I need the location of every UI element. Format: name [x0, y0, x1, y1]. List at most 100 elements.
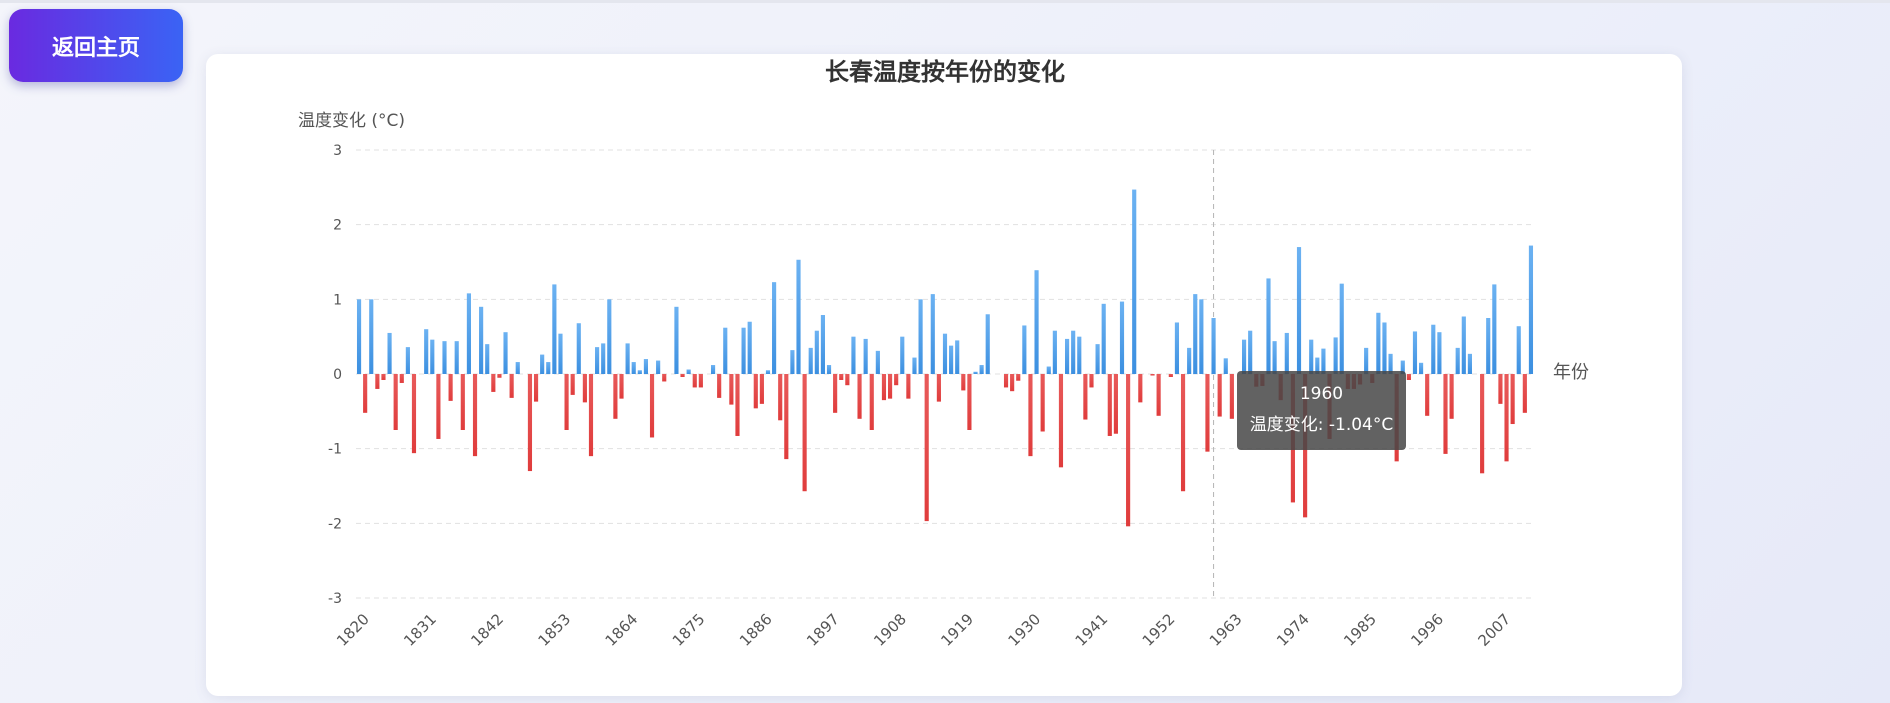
tooltip-label: 温度变化: — [1249, 415, 1324, 435]
bar-1839 — [472, 374, 478, 457]
bar-2005 — [1486, 318, 1491, 374]
y-tick-label: -2 — [328, 516, 342, 532]
bar-1896 — [820, 315, 826, 374]
bar-2002 — [1467, 353, 1472, 374]
bar-1858 — [588, 374, 594, 457]
bar-1963 — [1229, 374, 1234, 419]
bar-1827 — [399, 374, 404, 383]
bar-1942 — [1101, 303, 1106, 374]
bar-1907 — [887, 374, 893, 399]
bar-1918 — [955, 340, 960, 374]
bar-1866 — [637, 370, 642, 374]
bar-2006 — [1492, 284, 1497, 374]
bar-1913 — [924, 374, 929, 522]
bar-1848 — [527, 374, 533, 472]
bar-1959 — [1205, 374, 1210, 452]
bar-1898 — [833, 374, 838, 413]
bar-1849 — [533, 374, 539, 402]
bar-1916 — [942, 333, 948, 374]
bar-1934 — [1052, 330, 1057, 374]
bar-1887 — [765, 370, 771, 374]
bar-1944 — [1113, 374, 1118, 434]
bar-1960 — [1211, 318, 1216, 374]
bar-1904 — [869, 374, 874, 430]
bar-1958 — [1199, 299, 1204, 374]
bar-1860 — [601, 343, 606, 374]
bar-1835 — [448, 374, 453, 401]
bar-1857 — [582, 374, 587, 403]
bar-1886 — [759, 374, 764, 404]
bar-1905 — [875, 350, 880, 374]
bar-1863 — [619, 374, 624, 399]
bar-1921 — [973, 371, 978, 374]
x-tick-label: 1842 — [467, 610, 507, 650]
x-tick-label: 1930 — [1004, 610, 1044, 650]
bar-1901 — [851, 336, 856, 374]
bar-1822 — [369, 299, 374, 374]
bar-1897 — [826, 365, 832, 374]
bar-1845 — [509, 374, 514, 398]
bar-1842 — [491, 374, 496, 392]
bar-1843 — [497, 374, 502, 378]
bar-1824 — [381, 374, 386, 380]
bar-1961 — [1217, 374, 1222, 417]
bar-1868 — [649, 374, 655, 438]
y-tick-label: -3 — [328, 591, 342, 607]
bar-1909 — [900, 336, 905, 374]
bar-1859 — [595, 347, 600, 374]
bar-1906 — [881, 374, 887, 401]
bar-1939 — [1083, 374, 1088, 420]
bar-1864 — [625, 343, 630, 374]
bar-1836 — [454, 341, 459, 374]
bar-1874 — [686, 369, 691, 374]
bar-1915 — [936, 374, 941, 402]
tooltip-value-row: 温度变化: -1.04°C — [1237, 410, 1406, 435]
bar-2001 — [1461, 316, 1466, 374]
x-axis-title: 年份 — [1553, 362, 1589, 383]
bar-1884 — [747, 321, 752, 374]
x-tick-label: 1897 — [803, 610, 843, 650]
y-tick-label: 0 — [333, 367, 342, 383]
bar-chart: 3 2 1 0 -1 -2 -3 温度变化 (°C) 年份 1820 1831 1842 1853 186… — [298, 111, 1589, 650]
bar-1834 — [442, 341, 447, 374]
x-tick-label: 1875 — [669, 610, 709, 650]
bar-1895 — [814, 330, 819, 374]
bar-1914 — [930, 294, 935, 374]
bar-2011 — [1522, 374, 1527, 413]
bar-1833 — [436, 374, 441, 439]
bar-1893 — [802, 374, 807, 492]
bar-1861 — [607, 299, 612, 374]
x-tick-label: 1919 — [937, 610, 977, 650]
bar-1885 — [753, 374, 758, 409]
bar-1908 — [894, 374, 899, 386]
bar-1856 — [576, 323, 581, 374]
bar-1965 — [1242, 339, 1247, 374]
bar-2008 — [1504, 374, 1509, 462]
x-tick-label: 1908 — [870, 610, 910, 650]
x-tick-label: 2007 — [1474, 610, 1514, 650]
bar-1945 — [1119, 301, 1125, 374]
bar-1994 — [1419, 362, 1424, 374]
bar-1870 — [662, 374, 667, 382]
bar-1831 — [424, 329, 429, 374]
bar-1879 — [717, 374, 722, 398]
bar-1972 — [1284, 332, 1289, 374]
bar-1992 — [1406, 374, 1411, 380]
bar-1823 — [375, 374, 380, 389]
bar-1869 — [656, 360, 661, 374]
bar-1862 — [613, 374, 618, 419]
x-tick-label: 1864 — [602, 610, 642, 650]
bar-1912 — [918, 299, 923, 374]
bar-1894 — [808, 347, 813, 374]
bar-1987 — [1376, 312, 1381, 374]
y-tick-label: -1 — [328, 442, 342, 458]
bar-1826 — [393, 374, 398, 430]
bar-1851 — [546, 362, 551, 374]
tooltip-value: -1.04°C — [1328, 415, 1394, 435]
bar-1891 — [790, 350, 795, 374]
bar-1854 — [564, 374, 569, 430]
bar-1981 — [1339, 283, 1344, 374]
bar-1947 — [1132, 189, 1137, 374]
bar-1841 — [485, 344, 490, 374]
bar-1828 — [405, 347, 410, 374]
